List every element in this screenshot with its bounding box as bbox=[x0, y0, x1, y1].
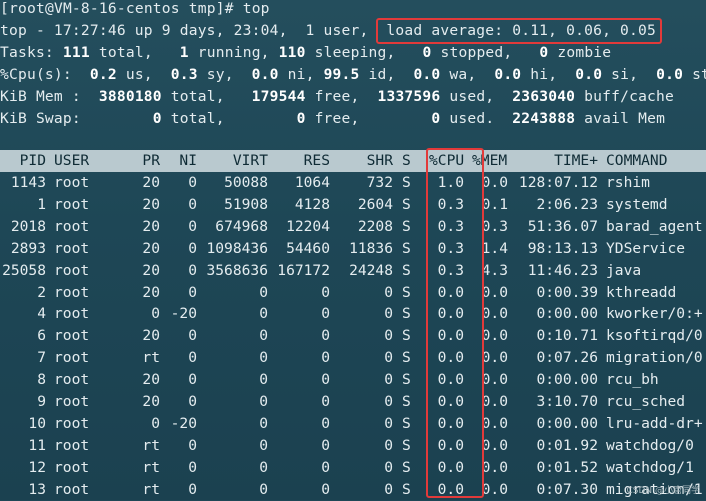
cell-command: migration/0 bbox=[606, 349, 703, 367]
cell-time: 0:00.00 bbox=[536, 305, 598, 323]
cell-command: kworker/0:+ bbox=[606, 305, 703, 323]
cell-command: watchdog/1 bbox=[606, 458, 694, 476]
cell-time: 2:06.23 bbox=[536, 195, 598, 213]
swap-total: 0 bbox=[152, 110, 162, 127]
cpu-label: %Cpu(s): bbox=[0, 66, 72, 83]
cell-time: 0:10.71 bbox=[536, 327, 598, 345]
swap-avail-mem: 2243888 bbox=[512, 110, 576, 127]
tasks-zombie: 0 bbox=[539, 44, 549, 61]
cpu-column-highlight bbox=[426, 148, 484, 498]
tasks-running: 1 bbox=[179, 44, 189, 61]
cell-command: watchdog/0 bbox=[606, 436, 694, 454]
tasks-stopped-label: stopped, bbox=[440, 44, 513, 61]
cpu-id: 99.5 bbox=[323, 66, 360, 83]
cell-pid: 8 bbox=[37, 371, 46, 389]
cell-time: 128:07.12 bbox=[518, 174, 598, 191]
tasks-total-label: total, bbox=[98, 44, 153, 61]
cell-pid: 6 bbox=[37, 327, 46, 345]
uptime-text: top - 17:27:46 up 9 days, 23:04, 1 user, bbox=[0, 22, 369, 39]
process-table-header: PID USER PR NI VIRT RES SHR S %CPU %MEM TIME+ COMMA… bbox=[0, 150, 706, 172]
cell-command: rcu_bh bbox=[606, 371, 659, 389]
cell-pid: 9 bbox=[37, 393, 46, 410]
prompt-dir: tmp bbox=[188, 0, 216, 17]
cell-pid: 13 bbox=[28, 480, 46, 498]
mem-label: KiB Mem : bbox=[0, 88, 81, 105]
cell-pid: 10 bbox=[28, 414, 46, 432]
cpu-sy: 0.3 bbox=[170, 66, 198, 83]
tasks-sleeping: 110 bbox=[278, 44, 306, 61]
cell-time: 0:07.26 bbox=[536, 349, 598, 367]
cell-pid: 2893 bbox=[10, 239, 46, 257]
cell-time: 3:10.70 bbox=[536, 393, 598, 410]
tasks-label: Tasks: bbox=[0, 44, 54, 61]
cell-pid: 1 bbox=[37, 195, 46, 213]
mem-buff-cache: 2363040 bbox=[512, 88, 576, 105]
cell-time: 0:01.92 bbox=[536, 436, 598, 454]
cpu-us: 0.2 bbox=[89, 66, 117, 83]
cell-command: kthreadd bbox=[606, 283, 677, 301]
mem-free: 179544 bbox=[251, 88, 306, 105]
mem-line: KiB Mem : 3880180 total, 179544 free, 13… bbox=[0, 88, 675, 105]
mem-used: 1337596 bbox=[377, 88, 441, 105]
column-header-command: COMMAND bbox=[606, 152, 668, 169]
swap-free: 0 bbox=[296, 110, 306, 127]
terminal-window[interactable]: [root@VM-8-16-centos tmp]# top top - 17:… bbox=[0, 0, 706, 500]
cell-time: 51:36.07 bbox=[527, 217, 598, 235]
tasks-stopped: 0 bbox=[422, 44, 432, 61]
watermark-text: CSDN @小唐同学 bbox=[626, 486, 700, 496]
cell-pid: 4 bbox=[37, 305, 46, 323]
load-average-highlight bbox=[376, 18, 662, 44]
cpu-hi: 0.0 bbox=[494, 66, 522, 83]
cpu-line: %Cpu(s): 0.2 us, 0.3 sy, 0.0 ni, 99.5 id… bbox=[0, 66, 706, 83]
cell-command: lru-add-dr+ bbox=[606, 414, 703, 432]
cell-command: rcu_sched bbox=[606, 393, 686, 410]
cpu-st: 0.0 bbox=[656, 66, 684, 83]
mem-total: 3880180 bbox=[98, 88, 162, 105]
cell-command: barad_agent bbox=[606, 217, 703, 235]
tasks-total: 111 bbox=[62, 44, 90, 61]
cell-command: ksoftirqd/0 bbox=[606, 327, 703, 345]
tasks-running-label: running, bbox=[197, 44, 270, 61]
column-header-s: S bbox=[402, 152, 411, 169]
column-header-time: TIME+ bbox=[554, 152, 598, 169]
cell-time: 0:00.00 bbox=[536, 414, 598, 432]
swap-line: KiB Swap: 0 total, 0 free, 0 used. 22438… bbox=[0, 110, 666, 127]
cell-time: 11:46.23 bbox=[527, 261, 598, 279]
shell-prompt: [root@VM-8-16-centos tmp]# top bbox=[0, 0, 270, 17]
prompt-command: top bbox=[242, 0, 270, 17]
cell-pid: 7 bbox=[37, 349, 46, 367]
cpu-si: 0.0 bbox=[575, 66, 603, 83]
prompt-user: root bbox=[9, 0, 45, 17]
cell-pid: 1143 bbox=[10, 174, 46, 191]
cell-command: systemd bbox=[606, 195, 668, 213]
cell-pid: 25058 bbox=[2, 261, 46, 279]
swap-label: KiB Swap: bbox=[0, 110, 81, 127]
cell-pid: 12 bbox=[28, 458, 46, 476]
cell-time: 0:00.00 bbox=[536, 371, 598, 389]
column-header-pid: PID bbox=[19, 152, 46, 169]
cell-time: 0:00.39 bbox=[536, 283, 598, 301]
cell-time: 0:07.30 bbox=[536, 480, 598, 498]
column-header-shr: SHR bbox=[366, 152, 393, 169]
cell-pid: 2018 bbox=[10, 217, 46, 235]
cpu-wa: 0.0 bbox=[413, 66, 441, 83]
cell-command: rshim bbox=[606, 174, 650, 191]
cpu-ni: 0.0 bbox=[251, 66, 279, 83]
prompt-host: VM-8-16-centos bbox=[53, 0, 180, 17]
tasks-line: Tasks: 111 total, 1 running, 110 sleepin… bbox=[0, 42, 611, 64]
cell-time: 0:01.52 bbox=[536, 458, 598, 476]
cell-command: YDService bbox=[606, 239, 686, 257]
tasks-zombie-label: zombie bbox=[557, 44, 612, 61]
cell-command: java bbox=[606, 261, 642, 279]
cell-time: 98:13.13 bbox=[527, 239, 598, 257]
cell-pid: 11 bbox=[28, 436, 46, 454]
cell-pid: 2 bbox=[37, 283, 46, 301]
tasks-sleeping-label: sleeping, bbox=[314, 44, 396, 61]
